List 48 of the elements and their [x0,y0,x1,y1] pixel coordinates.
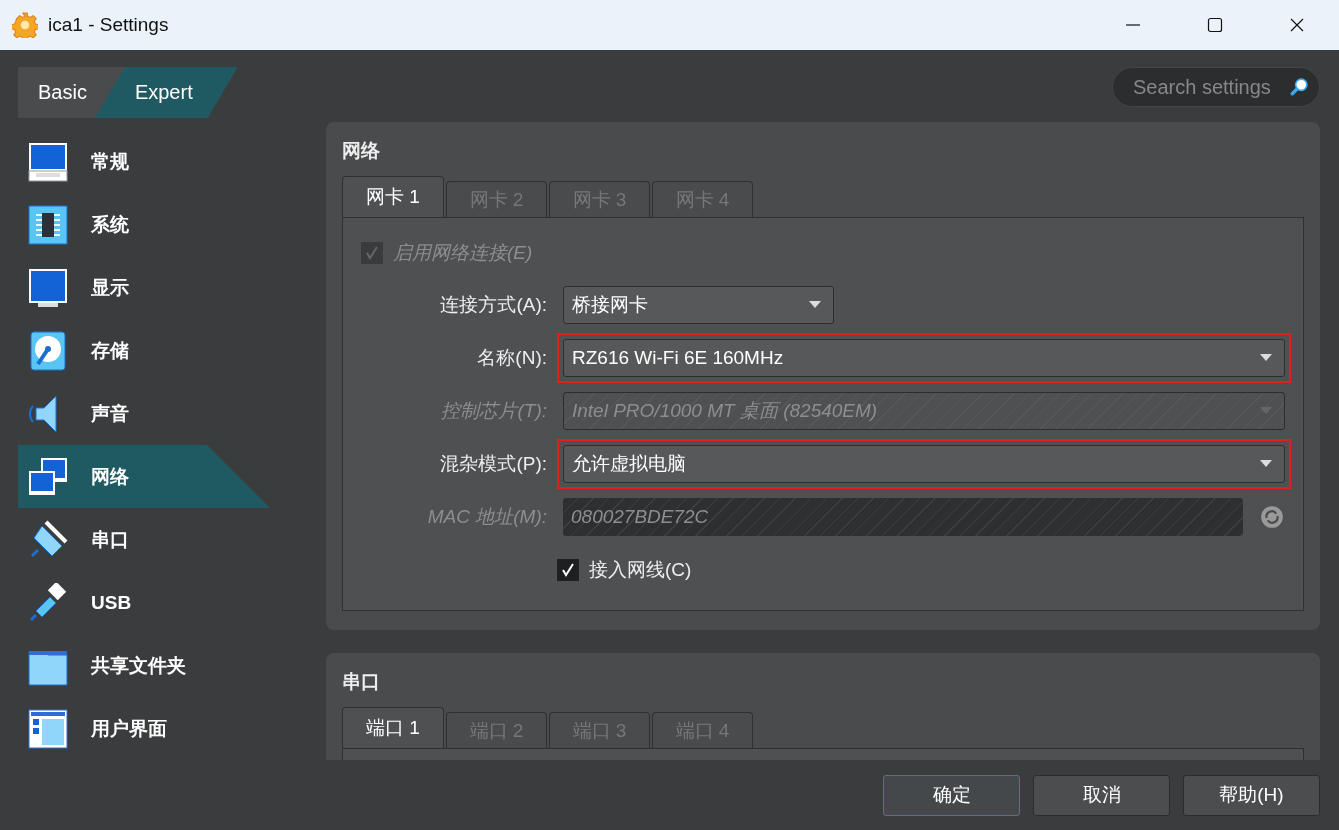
section-title: 串口 [342,670,381,694]
close-icon[interactable] [1289,17,1305,33]
maximize-icon[interactable] [1207,17,1223,33]
window-layout-icon [28,708,68,749]
dropdown[interactable]: 允许虚拟电脑 [563,444,1285,483]
mode-tab[interactable]: Expert [94,67,238,118]
chip-icon [28,204,68,245]
section-title: 网络 [342,139,381,163]
checkbox-label: 接入网线(C) [589,557,692,582]
checkbox-label: 启用网络连接(E) [393,241,533,265]
dropdown[interactable]: RZ616 Wi-Fi 6E 160MHz [563,338,1285,377]
gear-icon [12,12,38,38]
dialog-button[interactable]: 取消 [1033,774,1170,816]
sidebar-item[interactable]: USB [18,571,270,634]
sidebar-item[interactable]: 系统 [18,193,270,256]
dropdown[interactable]: 桥接网卡 [563,285,834,324]
field-label: 连接方式(A): [439,292,548,317]
sidebar-item[interactable]: 常规 [18,130,270,193]
caret-icon [1260,459,1272,468]
checkbox[interactable] [557,558,579,581]
field-label: 混杂模式(P): [439,451,548,476]
search-icon [1290,78,1308,96]
dialog-button[interactable]: 确定 [883,774,1020,816]
field-label: MAC 地址(M): [426,504,548,529]
sidebar-item[interactable]: 网络 [18,445,270,508]
check-icon [560,561,576,578]
sidebar-item[interactable]: 存储 [18,319,270,382]
caret-icon [809,300,821,309]
check-icon [364,245,380,261]
sidebar-item[interactable]: 共享文件夹 [18,634,270,697]
sidebar-item[interactable]: 用户界面 [18,697,270,760]
search-field[interactable]: Search settings [1112,67,1320,107]
field-label: 名称(N): [476,345,548,370]
monitor-icon [28,141,68,182]
mode-tab[interactable]: Basic [18,67,95,118]
field-label: 控制芯片(T): [440,398,548,423]
sidebar-item[interactable]: 串口 [18,508,270,571]
monitor-icon [28,267,68,308]
adapter-tab[interactable]: 网卡 1 [342,176,444,217]
sidebar-item[interactable]: 显示 [18,256,270,319]
network-icon [28,456,68,497]
serial-plug-icon [28,519,68,560]
window-title: ica1 - Settings [48,14,169,36]
dialog-button[interactable]: 帮助(H) [1183,774,1320,816]
port-tab[interactable]: 端口 1 [342,707,444,748]
sidebar-item[interactable]: 声音 [18,382,270,445]
usb-plug-icon [28,582,68,623]
caret-icon [1260,353,1272,362]
